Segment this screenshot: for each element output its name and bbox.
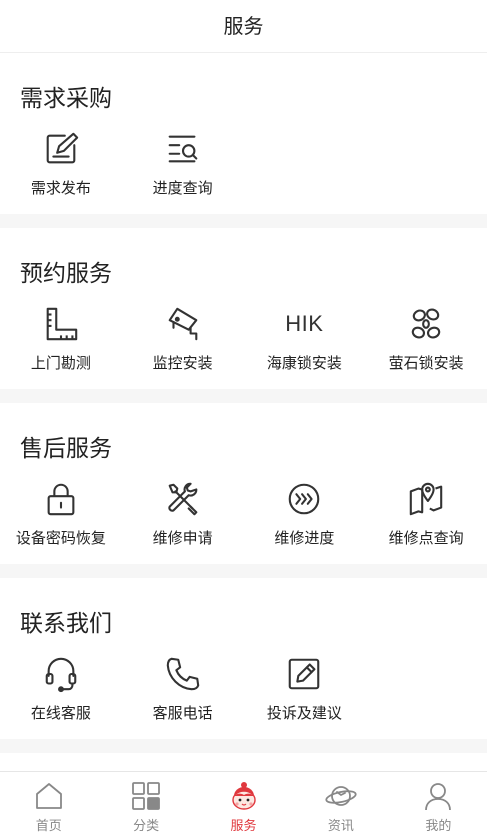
section-contact-us: 联系我们 在线客服 客服电话 投诉及建议 xyxy=(0,578,487,753)
tab-news[interactable]: 资讯 xyxy=(292,772,389,836)
section-title: 需求采购 xyxy=(20,86,112,112)
item-label: 维修申请 xyxy=(152,529,213,547)
camera-icon xyxy=(163,304,203,344)
map-pin-icon xyxy=(406,479,446,519)
item-label: 海康锁安装 xyxy=(266,354,342,372)
ezviz-logo-icon xyxy=(406,304,446,344)
onsite-survey-button[interactable]: 上门勘测 xyxy=(0,304,122,373)
section-title: 联系我们 xyxy=(20,611,112,637)
online-service-button[interactable]: 在线客服 xyxy=(0,654,122,723)
phone-icon xyxy=(163,654,203,694)
repair-point-query-button[interactable]: 维修点查询 xyxy=(365,479,487,548)
repair-progress-button[interactable]: 维修进度 xyxy=(244,479,366,548)
tab-home[interactable]: 首页 xyxy=(0,772,97,836)
item-label: 进度查询 xyxy=(152,179,213,197)
edit-square-icon xyxy=(41,129,81,169)
mascot-icon xyxy=(228,780,260,812)
tab-category[interactable]: 分类 xyxy=(97,772,194,836)
bottom-tab-bar: 首页 分类 服务 资讯 我的 xyxy=(0,771,487,836)
page-title: 服务 xyxy=(223,14,264,38)
item-label: 监控安装 xyxy=(152,354,213,372)
section-title: 售后服务 xyxy=(20,436,112,462)
feedback-edit-icon xyxy=(284,654,324,694)
tab-label: 分类 xyxy=(133,819,160,834)
tools-icon xyxy=(163,479,203,519)
ruler-icon xyxy=(41,304,81,344)
section-title: 预约服务 xyxy=(20,261,112,287)
item-label: 维修进度 xyxy=(274,529,335,547)
list-search-icon xyxy=(163,129,203,169)
repair-request-button[interactable]: 维修申请 xyxy=(122,479,244,548)
item-label: 上门勘测 xyxy=(30,354,91,372)
tab-label: 我的 xyxy=(425,819,452,834)
section-after-sales: 售后服务 设备密码恢复 维修申请 维修进度 维修点查询 xyxy=(0,403,487,578)
camera-install-button[interactable]: 监控安装 xyxy=(122,304,244,373)
section-demand-purchase: 需求采购 需求发布 进度查询 xyxy=(0,53,487,228)
progress-arrows-icon xyxy=(284,479,324,519)
home-icon xyxy=(33,780,65,812)
tab-label: 资讯 xyxy=(327,819,354,834)
grid-icon xyxy=(130,780,162,812)
user-icon xyxy=(422,780,454,812)
demand-publish-button[interactable]: 需求发布 xyxy=(0,129,122,198)
planet-icon xyxy=(325,780,357,812)
tab-label: 首页 xyxy=(35,819,62,834)
complaint-suggestion-button[interactable]: 投诉及建议 xyxy=(244,654,366,723)
ezviz-lock-install-button[interactable]: 萤石锁安装 xyxy=(365,304,487,373)
page-header: 服务 xyxy=(0,0,487,53)
tab-label: 服务 xyxy=(230,819,257,834)
hik-lock-install-button[interactable]: HIK 海康锁安装 xyxy=(244,304,366,373)
item-label: 投诉及建议 xyxy=(266,704,342,722)
item-label: 在线客服 xyxy=(30,704,91,722)
progress-query-button[interactable]: 进度查询 xyxy=(122,129,244,198)
hik-logo-icon: HIK xyxy=(285,311,324,336)
lock-icon xyxy=(41,479,81,519)
service-phone-button[interactable]: 客服电话 xyxy=(122,654,244,723)
section-appointment-service: 预约服务 上门勘测 监控安装 HIK 海康锁安装 萤石锁安装 xyxy=(0,228,487,403)
tab-mine[interactable]: 我的 xyxy=(390,772,487,836)
item-label: 萤石锁安装 xyxy=(388,354,464,372)
tab-service[interactable]: 服务 xyxy=(195,772,292,836)
item-label: 客服电话 xyxy=(152,704,213,722)
item-label: 维修点查询 xyxy=(388,529,464,547)
headset-icon xyxy=(41,654,81,694)
item-label: 设备密码恢复 xyxy=(15,529,106,547)
item-label: 需求发布 xyxy=(30,179,91,197)
password-recovery-button[interactable]: 设备密码恢复 xyxy=(0,479,122,548)
